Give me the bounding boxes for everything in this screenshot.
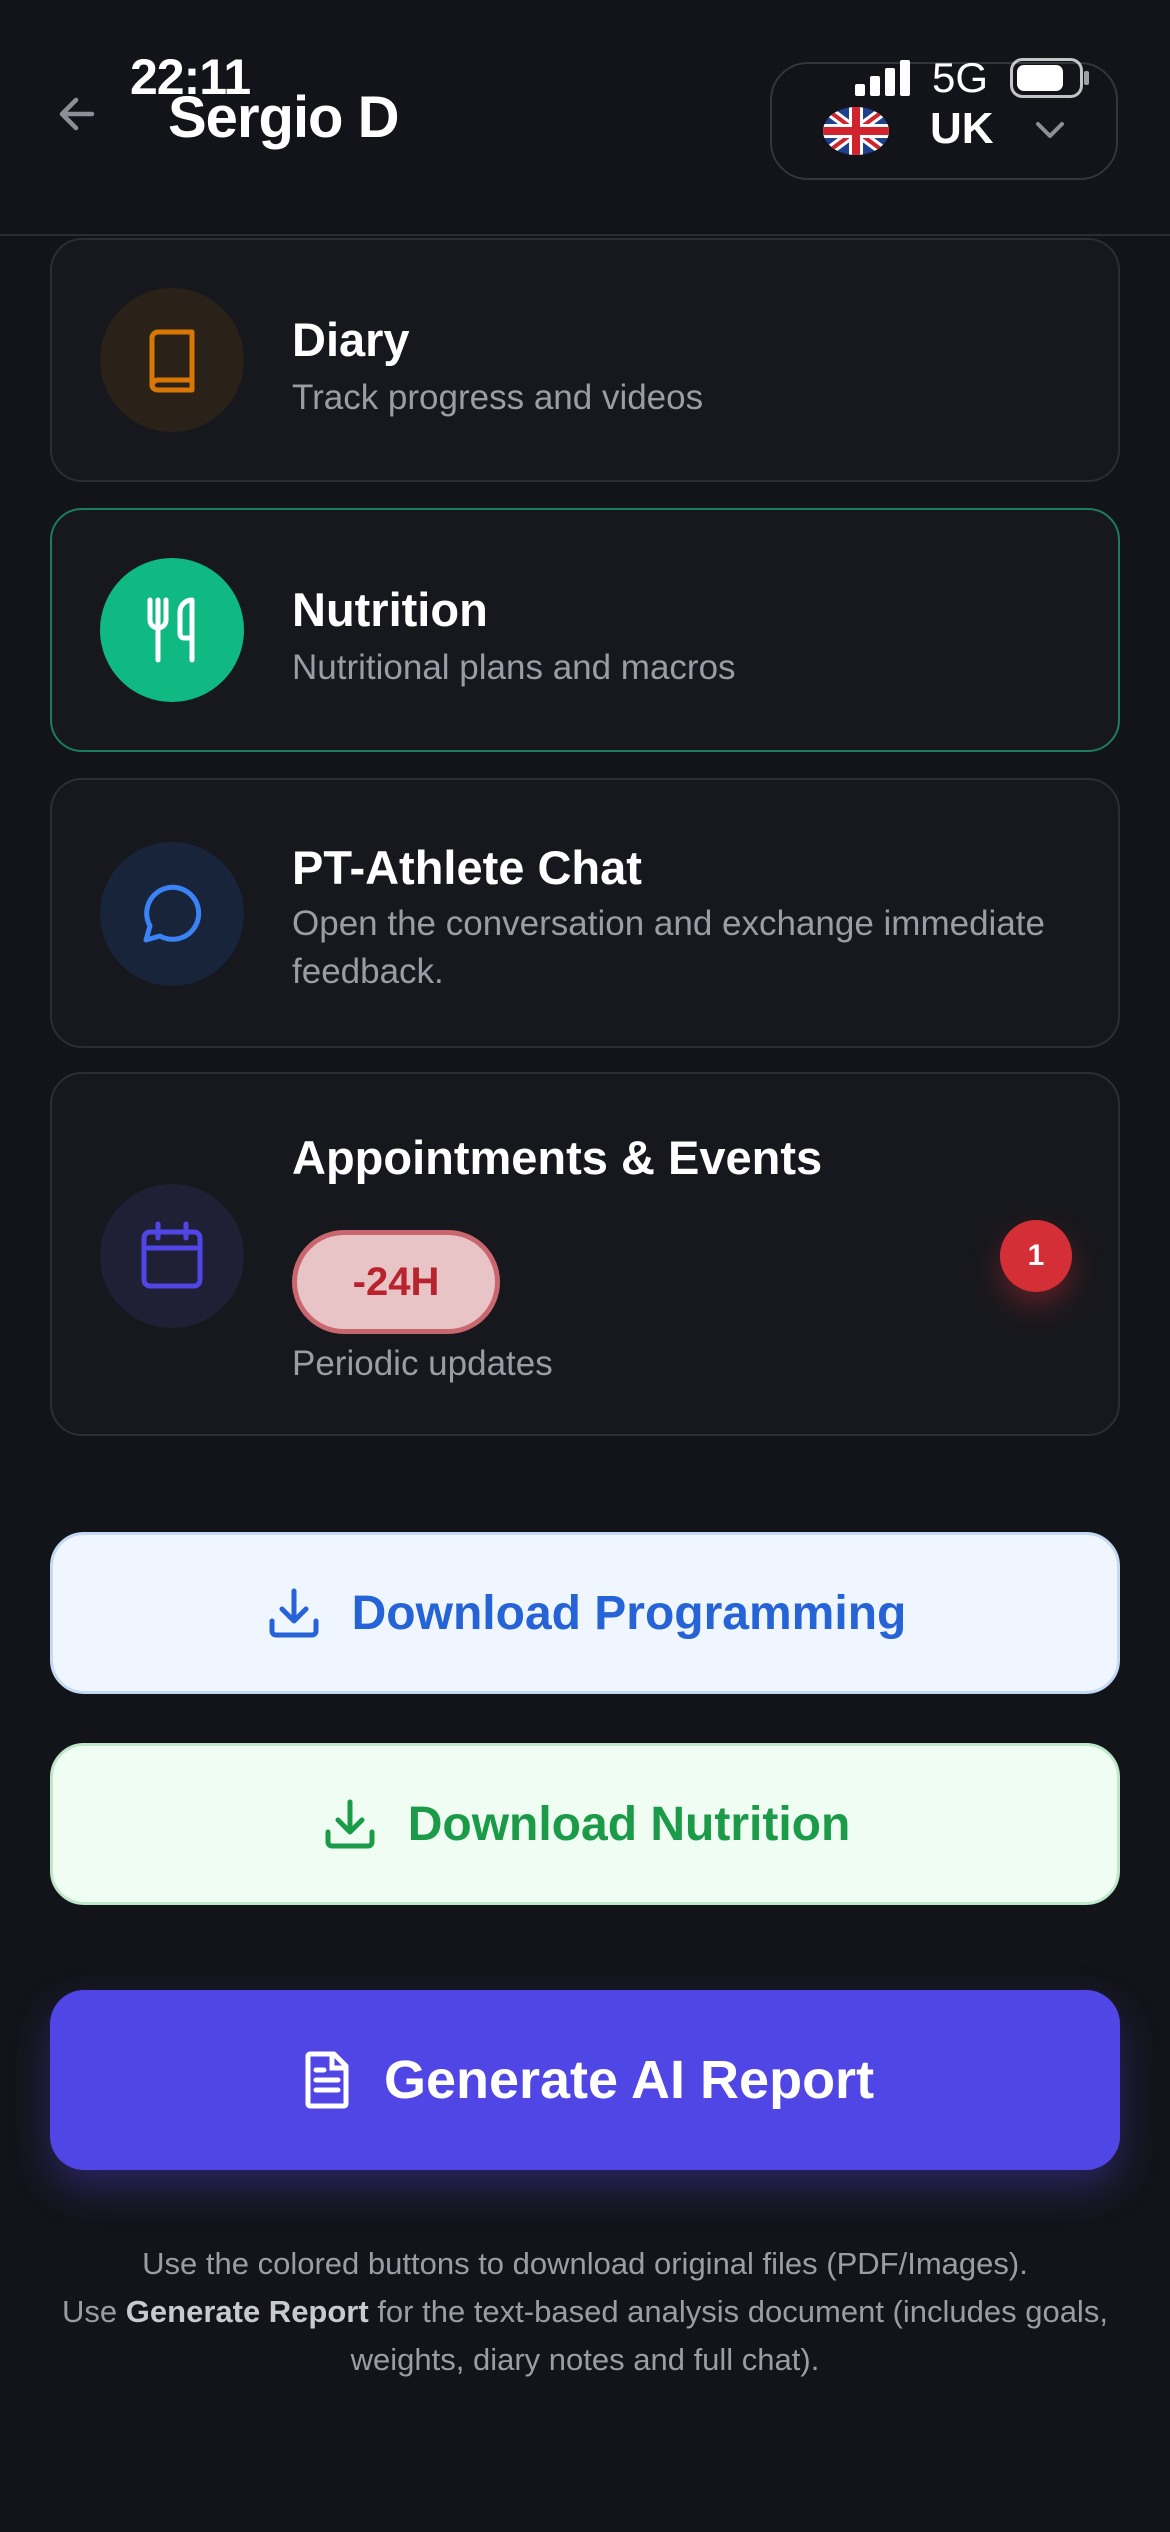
card-title: PT-Athlete Chat bbox=[292, 841, 642, 894]
battery-icon bbox=[1010, 58, 1089, 98]
button-label: Download Programming bbox=[351, 1586, 907, 1640]
diary-icon-circle bbox=[100, 288, 244, 432]
network-label: 5G bbox=[932, 54, 989, 101]
card-title: Nutrition bbox=[292, 583, 488, 636]
back-arrow-icon[interactable] bbox=[52, 88, 104, 140]
document-icon bbox=[305, 2051, 349, 2109]
calendar-icon-circle bbox=[100, 1184, 244, 1328]
notification-count-badge: 1 bbox=[1000, 1220, 1072, 1292]
card-nutrition[interactable]: Nutrition Nutritional plans and macros bbox=[50, 508, 1120, 752]
card-diary[interactable]: Diary Track progress and videos bbox=[50, 238, 1120, 482]
button-label: Download Nutrition bbox=[407, 1797, 851, 1851]
footer-line-2-suffix: for the text-based analysis document (in… bbox=[350, 2294, 1108, 2377]
top-header: 22:11 Sergio D UK 5G bbox=[0, 0, 1170, 236]
card-subtitle: Nutritional plans and macros bbox=[292, 648, 736, 687]
calendar-icon bbox=[141, 1221, 203, 1289]
user-name: Sergio D bbox=[168, 85, 399, 150]
chevron-down-icon bbox=[1036, 122, 1064, 138]
signal-icon bbox=[855, 60, 910, 96]
footer-line-2-prefix: Use bbox=[62, 2294, 126, 2329]
deadline-badge: -24H bbox=[292, 1230, 500, 1334]
card-appointments-events[interactable]: Appointments & Events -24H Periodic upda… bbox=[50, 1072, 1120, 1436]
button-label: Generate AI Report bbox=[383, 2050, 875, 2110]
card-subtitle: Periodic updates bbox=[292, 1344, 553, 1383]
card-title: Diary bbox=[292, 313, 410, 366]
chat-bubble-icon bbox=[143, 884, 202, 943]
footer-note: Use the colored buttons to download orig… bbox=[60, 2240, 1110, 2384]
card-title: Appointments & Events bbox=[292, 1131, 823, 1184]
footer-bold-text: Generate Report bbox=[125, 2294, 369, 2329]
download-icon bbox=[325, 1799, 375, 1849]
uk-flag-icon bbox=[823, 107, 889, 155]
card-pt-athlete-chat[interactable]: PT-Athlete Chat Open the conversation an… bbox=[50, 778, 1120, 1048]
utensils-icon bbox=[147, 597, 195, 663]
nutrition-icon-circle bbox=[100, 558, 244, 702]
download-programming-button[interactable]: Download Programming bbox=[50, 1532, 1120, 1694]
download-nutrition-button[interactable]: Download Nutrition bbox=[50, 1743, 1120, 1905]
generate-ai-report-button[interactable]: Generate AI Report bbox=[50, 1990, 1120, 2170]
footer-line-1: Use the colored buttons to download orig… bbox=[142, 2246, 1028, 2281]
card-subtitle: Track progress and videos bbox=[292, 378, 704, 417]
language-label: UK bbox=[930, 104, 994, 153]
card-subtitle: Open the conversation and exchange immed… bbox=[292, 904, 1045, 991]
download-icon bbox=[269, 1588, 319, 1638]
book-icon bbox=[149, 329, 195, 393]
chat-icon-circle bbox=[100, 842, 244, 986]
